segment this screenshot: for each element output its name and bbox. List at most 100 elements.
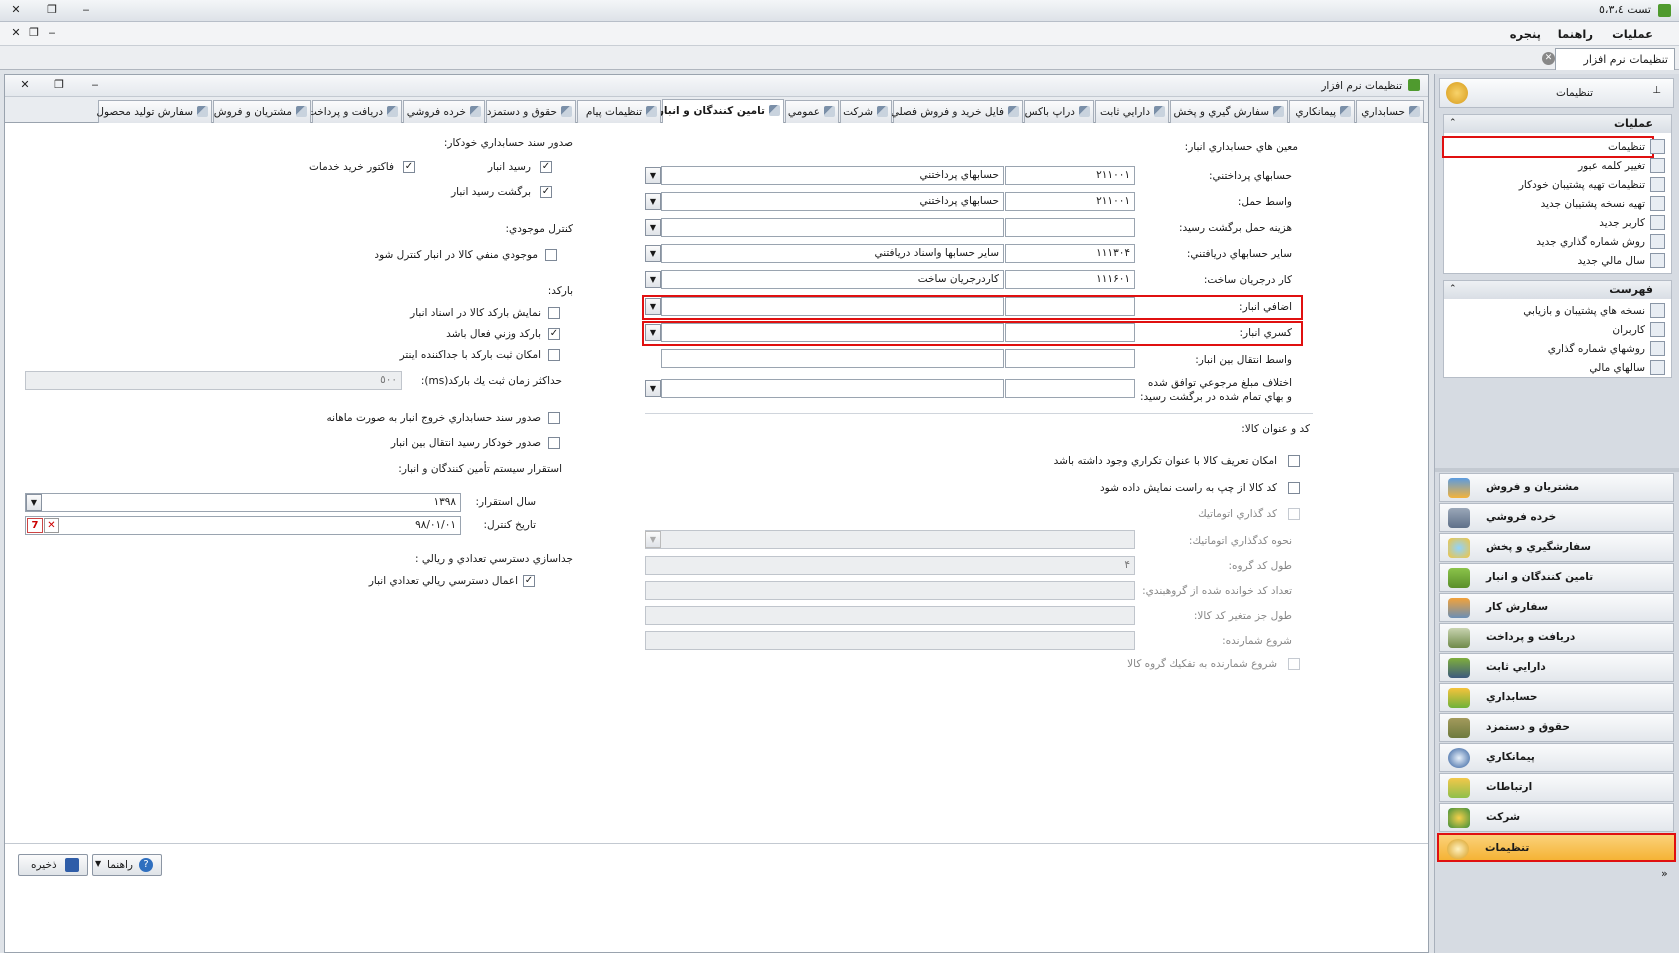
nav-customers-sales[interactable]: مشتريان و فروش	[1439, 473, 1674, 502]
show-barcode-checkbox[interactable]	[548, 307, 560, 319]
form-close-icon[interactable]: ✕	[17, 78, 33, 93]
payables-code[interactable]: ٢١١٠٠١	[1005, 166, 1135, 185]
weight-barcode-checkbox[interactable]: ✓	[548, 328, 560, 340]
nav-communications[interactable]: ارتباطات	[1439, 773, 1674, 802]
menu-operations[interactable]: عمليات	[1612, 27, 1653, 41]
nav-payroll[interactable]: حقوق و دستمزد	[1439, 713, 1674, 742]
receivables-code[interactable]: ١١١٣٠۴	[1005, 244, 1135, 263]
return-freight-code[interactable]	[1005, 218, 1135, 237]
counter-start-field[interactable]	[645, 631, 1135, 650]
menu-window[interactable]: پنجره	[1510, 27, 1541, 41]
ops-item-new-numbering[interactable]: روش شماره گذاري جديد	[1536, 236, 1645, 248]
list-item-fiscal-years[interactable]: سالهاي مالي	[1589, 362, 1645, 374]
ops-item-new-backup[interactable]: تهيه نسخه پشتيبان جديد	[1541, 198, 1645, 210]
freight-code[interactable]: ٢١١٠٠١	[1005, 192, 1135, 211]
dup-title-checkbox[interactable]	[1288, 455, 1300, 467]
close-child-icon[interactable]: ✕	[8, 26, 24, 41]
group-count-field[interactable]	[645, 581, 1135, 600]
sidebar-splitter[interactable]	[1435, 468, 1679, 472]
ops-item-change-password[interactable]: تغيير كلمه عبور	[1578, 160, 1645, 172]
tab-payroll[interactable]: حقوق و دستمزد	[486, 100, 576, 123]
help-button[interactable]: ? راهنما ▼	[92, 854, 162, 876]
auto-method-dropdown[interactable]: ▼	[645, 531, 661, 548]
receivables-name[interactable]: ساير حسابها واسناد دريافتني	[661, 244, 1004, 263]
nav-fixed-assets[interactable]: دارايي ثابت	[1439, 653, 1674, 682]
form-minimize-icon[interactable]: ‒	[87, 78, 103, 93]
minimize-window-icon[interactable]: ‒	[78, 3, 94, 18]
max-time-field[interactable]: ٥٠٠	[25, 371, 402, 390]
list-item-numbering[interactable]: روشهاي شماره گذاري	[1548, 343, 1645, 355]
freight-name[interactable]: حسابهاي پرداختني	[661, 192, 1004, 211]
transfer-code[interactable]	[1005, 349, 1135, 368]
wip-code[interactable]: ١١١۶٠١	[1005, 270, 1135, 289]
tab-ordering-distribution[interactable]: سفارش گيري و پخش	[1170, 100, 1288, 123]
shortage-name[interactable]	[661, 323, 1004, 342]
return-diff-name[interactable]	[661, 379, 1004, 398]
restore-child-icon[interactable]: ❐	[26, 26, 42, 41]
ops-item-settings[interactable]: تنظيمات	[1608, 141, 1645, 153]
wip-dropdown[interactable]: ▼	[645, 271, 661, 288]
access-checkbox[interactable]: ✓	[523, 575, 535, 587]
deploy-year-dropdown[interactable]: ▼	[26, 494, 42, 511]
payables-dropdown[interactable]: ▼	[645, 167, 661, 184]
nav-work-order[interactable]: سفارش كار	[1439, 593, 1674, 622]
return-diff-code[interactable]	[1005, 379, 1135, 398]
receivables-dropdown[interactable]: ▼	[645, 245, 661, 262]
return-freight-name[interactable]	[661, 218, 1004, 237]
wip-name[interactable]: كاردرجريان ساخت	[661, 270, 1004, 289]
tab-dropbox[interactable]: دراپ باكس	[1024, 100, 1094, 123]
tab-fixed-assets[interactable]: دارايي ثابت	[1095, 100, 1169, 123]
freight-dropdown[interactable]: ▼	[645, 193, 661, 210]
negative-stock-checkbox[interactable]	[545, 249, 557, 261]
nav-receive-pay[interactable]: دريافت و پرداخت	[1439, 623, 1674, 652]
return-receipt-checkbox[interactable]: ✓	[540, 186, 552, 198]
tab-accounting[interactable]: حسابداري	[1356, 100, 1424, 123]
close-window-icon[interactable]: ✕	[8, 3, 24, 18]
payables-name[interactable]: حسابهاي پرداختني	[661, 166, 1004, 185]
nav-accounting[interactable]: حسابداري	[1439, 683, 1674, 712]
nav-suppliers-warehouse[interactable]: تامين كنندگان و انبار	[1439, 563, 1674, 592]
ltr-code-checkbox[interactable]	[1288, 482, 1300, 494]
tab-suppliers-warehouse[interactable]: تامين كنندگان و انبار	[658, 99, 784, 123]
auto-method-field[interactable]	[645, 530, 1135, 549]
doc-tab-settings[interactable]: تنظيمات نرم افزار	[1555, 48, 1675, 70]
surplus-dropdown[interactable]: ▼	[645, 298, 661, 315]
control-date-field[interactable]: ٩٨/٠١/٠١	[25, 516, 461, 535]
shortage-dropdown[interactable]: ▼	[645, 324, 661, 341]
return-diff-dropdown[interactable]: ▼	[645, 380, 661, 397]
ops-item-new-user[interactable]: كاربر جديد	[1599, 217, 1645, 229]
collapse-list-icon[interactable]: ⌃	[1449, 284, 1457, 294]
ops-item-new-fiscal-year[interactable]: سال مالي جديد	[1577, 255, 1645, 267]
menu-help[interactable]: راهنما	[1558, 27, 1593, 41]
nav-retail[interactable]: خرده فروشي	[1439, 503, 1674, 532]
receipt-checkbox[interactable]: ✓	[540, 161, 552, 173]
collapse-ops-icon[interactable]: ⌃	[1449, 118, 1457, 128]
save-button[interactable]: ذخيره	[18, 854, 88, 876]
counter-sep-checkbox[interactable]	[1288, 658, 1300, 670]
nav-settings[interactable]: تنظيمات	[1437, 833, 1676, 862]
return-freight-dropdown[interactable]: ▼	[645, 219, 661, 236]
barcode-enter-checkbox[interactable]	[548, 349, 560, 361]
calendar-icon[interactable]: 7	[27, 518, 43, 533]
auto-code-checkbox[interactable]	[1288, 508, 1300, 520]
pin-icon[interactable]: ⊥	[1652, 85, 1661, 96]
tab-general[interactable]: عمومي	[785, 100, 839, 123]
list-item-users[interactable]: كاربران	[1612, 324, 1645, 336]
expand-more-icon[interactable]: »	[1661, 867, 1668, 880]
deploy-year-field[interactable]: ١٣٩٨	[25, 493, 461, 512]
nav-company[interactable]: شركت	[1439, 803, 1674, 832]
service-invoice-checkbox[interactable]: ✓	[403, 161, 415, 173]
ops-item-auto-backup[interactable]: تنظيمات تهيه پشتيبان خودكار	[1519, 179, 1645, 191]
form-restore-icon[interactable]: ❐	[51, 78, 67, 93]
tab-receive-pay[interactable]: دريافت و پرداخت	[307, 100, 402, 123]
clear-date-icon[interactable]: ✕	[44, 518, 59, 533]
tab-production-order[interactable]: سفارش توليد محصول	[96, 100, 212, 123]
shortage-code[interactable]	[1005, 323, 1135, 342]
monthly-doc-checkbox[interactable]	[548, 412, 560, 424]
close-tab-icon[interactable]: ✕	[1542, 52, 1555, 65]
nav-contracting[interactable]: پيمانكاري	[1439, 743, 1674, 772]
nav-ordering-distribution[interactable]: سفارشگيري و پخش	[1439, 533, 1674, 562]
list-item-backups[interactable]: نسخه هاي پشتيبان و بازيابي	[1523, 305, 1645, 317]
transfer-name[interactable]	[661, 349, 1004, 368]
tab-seasonal-file[interactable]: فايل خريد و فروش فصلي	[891, 100, 1023, 123]
